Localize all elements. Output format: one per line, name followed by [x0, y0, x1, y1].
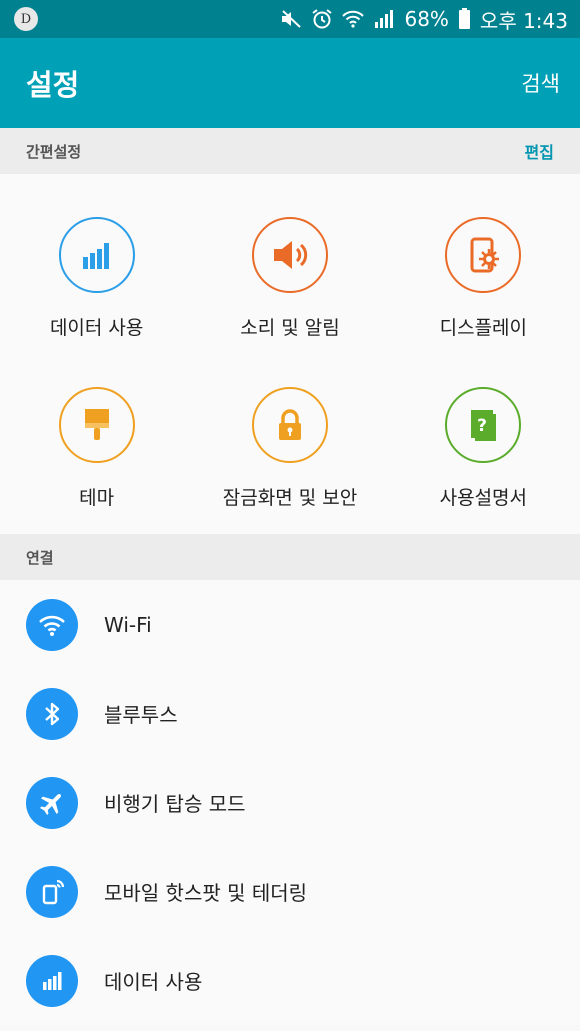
theme-brush-icon — [58, 387, 135, 463]
list-item-label: 블루투스 — [104, 703, 178, 727]
connections-header: 연결 — [0, 534, 580, 580]
section-title: 간편설정 — [26, 142, 82, 161]
list-item-label: Wi-Fi — [104, 612, 152, 637]
quick-sound[interactable]: 소리 및 알림 — [193, 191, 386, 361]
connections-list: Wi-Fi 블루투스 비행기 탑승 모드 모바일 핫스팟 및 테더링 데이터 사… — [0, 580, 580, 1025]
status-bar: D 68% 오후 1:43 — [0, 0, 580, 38]
list-item-wifi[interactable]: Wi-Fi — [0, 580, 580, 669]
quick-user-manual[interactable]: ? 사용설명서 — [387, 361, 580, 526]
quick-item-label: 디스플레이 — [439, 317, 528, 339]
list-item-label: 비행기 탑승 모드 — [104, 792, 246, 816]
quick-item-label: 잠금화면 및 보안 — [222, 487, 358, 509]
bluetooth-icon — [26, 687, 78, 740]
hotspot-icon — [26, 865, 78, 918]
signal-icon — [373, 9, 395, 29]
help-book-icon: ? — [445, 387, 522, 463]
list-item-bluetooth[interactable]: 블루투스 — [0, 669, 580, 758]
list-item-label: 모바일 핫스팟 및 테더링 — [104, 881, 308, 905]
quick-settings-header: 간편설정 편집 — [0, 128, 580, 174]
list-item-hotspot[interactable]: 모바일 핫스팟 및 테더링 — [0, 847, 580, 936]
airplane-icon — [26, 776, 78, 829]
edit-button[interactable]: 편집 — [525, 139, 554, 163]
search-button[interactable]: 검색 — [521, 68, 560, 98]
battery-percent: 68% — [404, 7, 449, 31]
app-bar: 설정 검색 — [0, 38, 580, 128]
svg-text:?: ? — [477, 416, 487, 436]
lock-icon — [251, 387, 328, 463]
quick-item-label: 데이터 사용 — [49, 317, 144, 339]
data-usage-icon — [26, 954, 78, 1007]
list-item-label: 데이터 사용 — [104, 970, 203, 994]
list-item-airplane-mode[interactable]: 비행기 탑승 모드 — [0, 758, 580, 847]
mute-icon — [280, 9, 302, 29]
quick-lockscreen[interactable]: 잠금화면 및 보안 — [193, 361, 386, 526]
quick-item-label: 테마 — [79, 487, 115, 509]
page-title: 설정 — [26, 68, 80, 102]
display-icon — [445, 217, 522, 293]
clock: 오후 1:43 — [479, 8, 568, 33]
quick-settings-grid: 데이터 사용 소리 및 알림 디스플레이 테마 잠금화면 및 보안 ? 사용설명… — [0, 174, 580, 534]
sound-icon — [251, 217, 328, 293]
list-item-data-usage[interactable]: 데이터 사용 — [0, 936, 580, 1025]
quick-theme[interactable]: 테마 — [0, 361, 193, 526]
quick-item-label: 사용설명서 — [439, 487, 528, 509]
wifi-icon — [26, 598, 78, 651]
alarm-icon — [311, 8, 333, 30]
notification-badge: D — [14, 7, 38, 31]
quick-display[interactable]: 디스플레이 — [387, 191, 580, 361]
section-title: 연결 — [26, 548, 54, 567]
data-usage-icon — [58, 217, 135, 293]
quick-item-label: 소리 및 알림 — [240, 317, 340, 339]
wifi-status-icon — [342, 9, 365, 29]
battery-icon — [458, 8, 471, 30]
quick-data-usage[interactable]: 데이터 사용 — [0, 191, 193, 361]
